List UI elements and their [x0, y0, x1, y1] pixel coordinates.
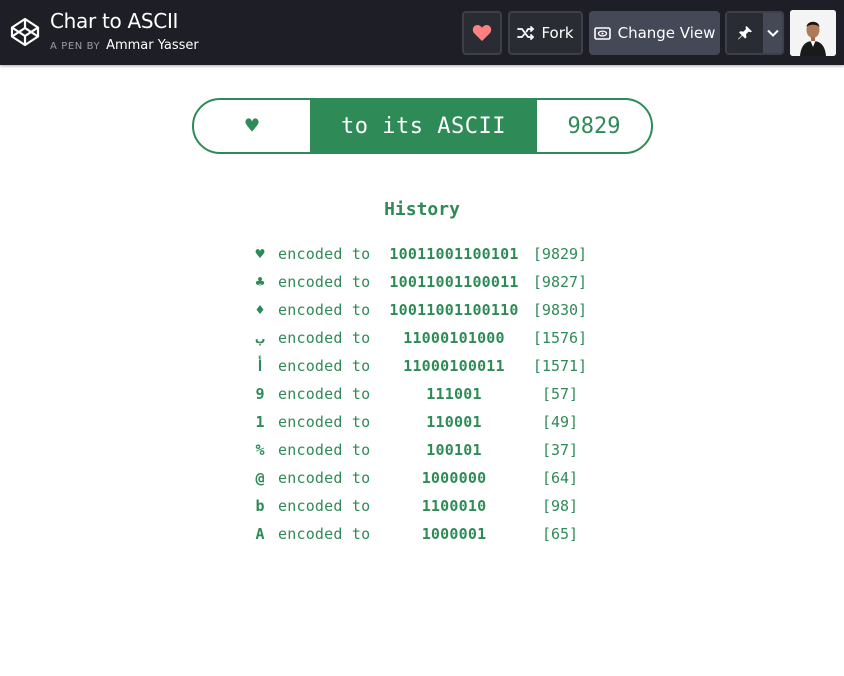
history-list: ♥ encoded to 10011001100101 [9829] ♣ enc… — [250, 243, 610, 551]
history-char: @ — [255, 469, 265, 487]
change-view-button[interactable]: Change View — [589, 11, 720, 55]
history-encoded-label: encoded to — [278, 385, 371, 403]
history-code: [37] — [541, 441, 579, 459]
history-code: [1571] — [532, 357, 588, 375]
history-binary: 110001 — [426, 413, 482, 431]
history-code: [1576] — [532, 329, 588, 347]
pin-toggle[interactable] — [727, 13, 763, 53]
history-encoded-label: encoded to — [278, 301, 371, 319]
history-binary: 11000100011 — [403, 357, 505, 375]
history-binary: 11000101000 — [403, 329, 505, 347]
history-char: b — [255, 497, 265, 515]
history-code: [9827] — [532, 273, 588, 291]
history-code: [49] — [541, 413, 579, 431]
pen-title: Char to ASCII — [50, 9, 179, 33]
char-input[interactable]: ♥ — [194, 100, 310, 152]
history-binary: 10011001100101 — [389, 245, 519, 263]
history-binary: 100101 — [426, 441, 482, 459]
history-char: ب — [255, 329, 265, 347]
history-row: ♣ encoded to 10011001100011 [9827] — [250, 271, 610, 299]
history-title: History — [384, 199, 460, 220]
history-char: % — [255, 441, 265, 459]
pin-icon — [738, 26, 752, 40]
pin-dropdown-toggle[interactable] — [763, 13, 782, 53]
history-binary: 111001 — [426, 385, 482, 403]
chevron-down-icon — [766, 29, 779, 37]
history-binary: 10011001100110 — [389, 301, 519, 319]
history-code: [9830] — [532, 301, 588, 319]
history-row: 1 encoded to 110001 [49] — [250, 411, 610, 439]
author-link[interactable]: Ammar Yasser — [106, 38, 199, 53]
history-char: 9 — [255, 385, 265, 403]
history-encoded-label: encoded to — [278, 497, 371, 515]
pen-byline: A PEN BY Ammar Yasser — [50, 38, 199, 53]
history-char: ♥ — [255, 245, 265, 263]
codepen-logo-icon[interactable] — [9, 16, 41, 48]
history-encoded-label: encoded to — [278, 441, 371, 459]
history-row: % encoded to 100101 [37] — [250, 439, 610, 467]
history-char: ♦ — [255, 301, 265, 319]
history-code: [65] — [541, 525, 579, 543]
history-row: 9 encoded to 111001 [57] — [250, 383, 610, 411]
history-code: [64] — [541, 469, 579, 487]
history-encoded-label: encoded to — [278, 273, 371, 291]
history-char: 1 — [255, 413, 265, 431]
history-char: A — [255, 525, 265, 543]
history-binary: 1000000 — [421, 469, 487, 487]
history-binary: 10011001100011 — [389, 273, 519, 291]
history-code: [9829] — [532, 245, 588, 263]
history-row: ♦ encoded to 10011001100110 [9830] — [250, 299, 610, 327]
history-encoded-label: encoded to — [278, 525, 371, 543]
history-binary: 1000001 — [421, 525, 487, 543]
history-encoded-label: encoded to — [278, 357, 371, 375]
history-row: ب encoded to 11000101000 [1576] — [250, 327, 610, 355]
history-row: أ encoded to 11000100011 [1571] — [250, 355, 610, 383]
top-bar: Char to ASCII A PEN BY Ammar Yasser Fork… — [0, 0, 844, 65]
history-row: @ encoded to 1000000 [64] — [250, 467, 610, 495]
pin-button[interactable] — [725, 11, 784, 55]
history-encoded-label: encoded to — [278, 413, 371, 431]
fork-icon — [517, 26, 535, 40]
history-row: A encoded to 1000001 [65] — [250, 523, 610, 551]
history-char: أ — [255, 357, 265, 375]
history-binary: 1100010 — [421, 497, 487, 515]
history-code: [57] — [541, 385, 579, 403]
ascii-output: 9829 — [567, 113, 621, 139]
avatar-image — [790, 10, 836, 56]
converter-pill: ♥ to its ASCII 9829 — [192, 98, 653, 154]
fork-button[interactable]: Fork — [508, 11, 583, 55]
history-row: ♥ encoded to 10011001100101 [9829] — [250, 243, 610, 271]
converter-label: to its ASCII — [310, 100, 537, 152]
heart-button[interactable] — [462, 11, 502, 55]
history-encoded-label: encoded to — [278, 329, 371, 347]
history-code: [98] — [541, 497, 579, 515]
eye-icon — [593, 26, 611, 40]
byline-prefix: A PEN BY — [50, 41, 101, 52]
heart-icon — [472, 25, 492, 41]
fork-label: Fork — [541, 24, 574, 42]
history-encoded-label: encoded to — [278, 245, 371, 263]
history-row: b encoded to 1100010 [98] — [250, 495, 610, 523]
history-char: ♣ — [255, 273, 265, 291]
user-avatar[interactable] — [790, 10, 836, 56]
change-view-label: Change View — [617, 24, 716, 42]
history-encoded-label: encoded to — [278, 469, 371, 487]
